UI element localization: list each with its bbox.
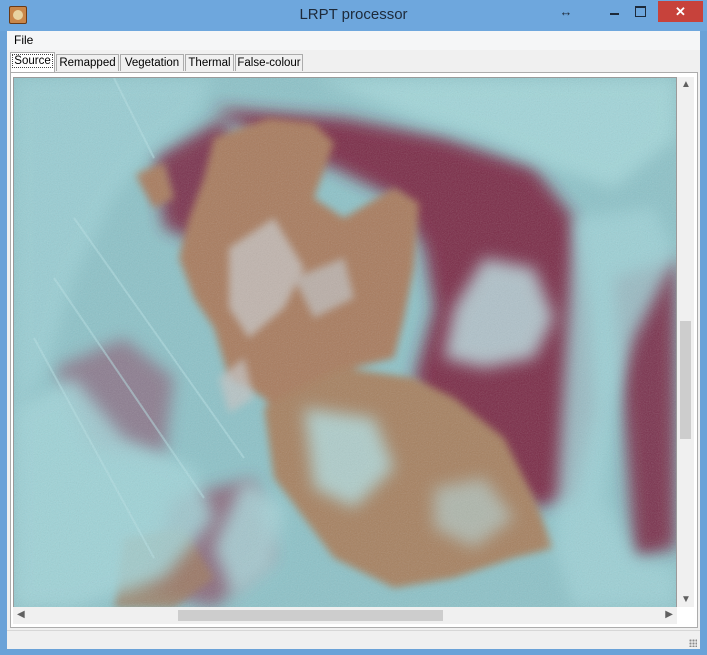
close-button[interactable]: ✕: [658, 1, 703, 22]
resize-grip-icon[interactable]: [689, 639, 697, 647]
scroll-up-icon[interactable]: ▲: [681, 79, 691, 90]
scroll-left-icon[interactable]: ◀: [17, 609, 25, 620]
maximize-button[interactable]: [629, 0, 651, 21]
satellite-image[interactable]: [13, 77, 677, 609]
tab-thermal-label: Thermal: [188, 57, 231, 69]
tab-vegetation[interactable]: Vegetation: [120, 54, 184, 71]
tab-vegetation-label: Vegetation: [124, 57, 180, 69]
scroll-right-icon[interactable]: ▶: [665, 609, 673, 620]
minimize-button[interactable]: [603, 0, 625, 21]
maximize-icon: [635, 6, 646, 17]
title-bar[interactable]: LRPT processor ↔ ✕: [0, 0, 707, 31]
menu-bar: File: [7, 31, 700, 50]
tab-false-colour-label: False-colour: [237, 57, 301, 69]
close-icon: ✕: [675, 4, 686, 19]
satellite-image-canvas: [14, 78, 676, 608]
resize-icon: ↔: [559, 4, 573, 19]
tab-source-label: Source: [12, 54, 53, 68]
app-window: LRPT processor ↔ ✕ File Source Remapped …: [0, 0, 707, 655]
scroll-down-icon[interactable]: ▼: [681, 594, 691, 605]
vertical-scrollbar[interactable]: ▲ ▼: [677, 77, 694, 607]
minimize-icon: [610, 13, 619, 15]
tab-false-colour[interactable]: False-colour: [235, 54, 303, 71]
status-bar: [7, 630, 700, 649]
vertical-scroll-thumb[interactable]: [680, 321, 691, 439]
tab-thermal[interactable]: Thermal: [185, 54, 234, 71]
tab-source[interactable]: Source: [10, 52, 55, 73]
window-title: LRPT processor: [299, 6, 408, 23]
horizontal-scroll-thumb[interactable]: [178, 610, 443, 621]
source-tab-panel: ▲ ▼ ◀ ▶: [10, 72, 698, 628]
client-area: File Source Remapped Vegetation Thermal …: [7, 31, 700, 649]
tab-remapped-label: Remapped: [59, 57, 116, 69]
tab-remapped[interactable]: Remapped: [56, 54, 119, 71]
horizontal-scrollbar[interactable]: ◀ ▶: [13, 607, 677, 624]
menu-file[interactable]: File: [14, 33, 33, 47]
